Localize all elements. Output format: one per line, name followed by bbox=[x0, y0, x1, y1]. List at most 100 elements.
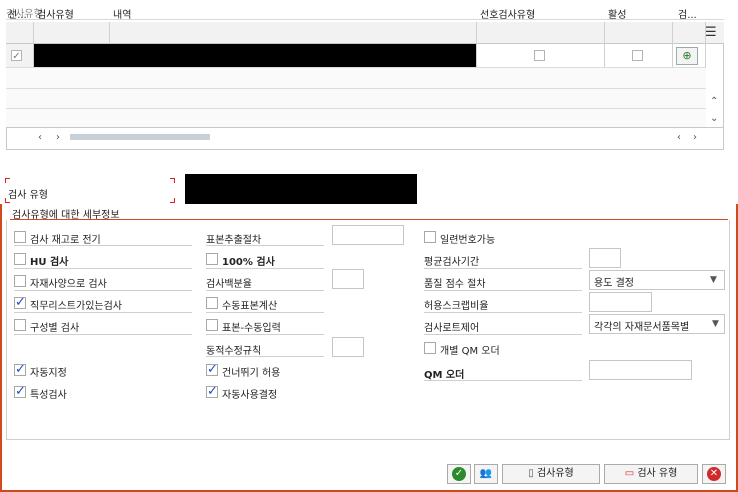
scroll-up-icon[interactable]: ⌃ bbox=[710, 96, 718, 107]
sampling-procedure-input[interactable] bbox=[332, 225, 404, 245]
delete-document-icon: ▭ bbox=[624, 468, 635, 479]
column-header-description[interactable]: 내역 bbox=[113, 6, 131, 21]
hu-inspection-checkbox[interactable] bbox=[14, 253, 26, 265]
inspection-percentage-input[interactable] bbox=[332, 269, 364, 289]
confirm-button[interactable]: ✓ bbox=[447, 464, 471, 484]
qm-order-input[interactable] bbox=[589, 360, 692, 380]
grid-empty-area bbox=[6, 67, 706, 127]
auto-usage-decision-checkbox[interactable] bbox=[206, 384, 218, 399]
field-underline bbox=[424, 312, 582, 313]
row-line bbox=[6, 88, 706, 89]
field-underline bbox=[14, 312, 192, 313]
focus-corner bbox=[170, 178, 175, 183]
row-line bbox=[6, 108, 706, 109]
scroll-right-icon[interactable]: › bbox=[56, 132, 60, 143]
task-list-inspection-checkbox[interactable] bbox=[14, 295, 26, 310]
manual-sample-calc-label: 수동표본계산 bbox=[222, 301, 278, 312]
inspect-100-percent-label: 100% 검사 bbox=[222, 257, 275, 268]
chevron-down-icon[interactable]: ▼ bbox=[712, 319, 719, 329]
skip-allowed-checkbox[interactable] bbox=[206, 362, 218, 377]
task-list-inspection-label: 직무리스트가있는검사 bbox=[30, 301, 122, 312]
field-underline bbox=[206, 356, 324, 357]
inspect-100-percent-checkbox[interactable] bbox=[206, 253, 218, 265]
inspection-type-delete-button[interactable]: ▭ 검사 유형 bbox=[604, 464, 698, 484]
dynamic-mod-rule-label: 동적수정규칙 bbox=[206, 346, 262, 357]
inspection-type-delete-button-label: 검사 유형 bbox=[637, 468, 678, 479]
scroll-left-icon[interactable]: ‹ bbox=[38, 132, 42, 143]
users-icon: 👥 bbox=[479, 468, 493, 479]
column-header-inspection-type[interactable]: 검사유형 bbox=[37, 6, 74, 21]
redacted-inspection-type-value bbox=[185, 174, 417, 204]
chevron-down-icon[interactable]: ▼ bbox=[710, 275, 717, 285]
serial-number-possible-label: 일련번호가능 bbox=[440, 235, 496, 246]
post-to-inspection-stock-label: 검사 재고로 전기 bbox=[30, 235, 101, 246]
column-header-select[interactable]: 선... bbox=[8, 6, 27, 21]
inspection-lot-control-label: 검사로트제어 bbox=[424, 323, 480, 334]
auto-assignment-label: 자동지정 bbox=[30, 368, 67, 379]
avg-inspection-duration-input[interactable] bbox=[589, 248, 621, 268]
field-underline bbox=[206, 312, 324, 313]
users-button[interactable]: 👥 bbox=[474, 464, 498, 484]
active-checkbox[interactable] bbox=[632, 50, 643, 61]
material-spec-inspection-checkbox[interactable] bbox=[14, 275, 26, 287]
field-underline bbox=[14, 290, 192, 291]
inspection-type-button[interactable]: ▯ 검사유형 bbox=[502, 464, 600, 484]
skip-allowed-label: 건너뛰기 허용 bbox=[222, 368, 281, 379]
row-select-checkbox[interactable]: ✓ bbox=[11, 50, 22, 62]
close-icon: ✕ bbox=[707, 467, 721, 481]
avg-inspection-duration-label: 평균검사기간 bbox=[424, 257, 480, 268]
sampling-procedure-label: 표본추출절차 bbox=[206, 235, 262, 246]
quality-score-procedure-label: 품질 점수 절차 bbox=[424, 279, 486, 290]
post-to-inspection-stock-checkbox[interactable] bbox=[14, 231, 26, 243]
characteristic-inspection-checkbox[interactable] bbox=[14, 384, 26, 399]
focus-corner bbox=[170, 198, 175, 203]
cancel-button[interactable]: ✕ bbox=[702, 464, 726, 484]
quality-score-procedure-select[interactable]: 용도 결정 bbox=[589, 270, 725, 290]
inspection-lot-control-select[interactable]: 각각의 자재문서품목별 bbox=[589, 314, 725, 334]
column-header-active[interactable]: 활성 bbox=[608, 6, 626, 21]
manual-sample-entry-checkbox[interactable] bbox=[206, 319, 218, 331]
allowed-scrap-ratio-input[interactable] bbox=[589, 292, 652, 312]
inspection-lot-control-value: 각각의 자재문서품목별 bbox=[594, 322, 690, 333]
field-underline bbox=[206, 268, 324, 269]
inspection-percentage-label: 검사백분율 bbox=[206, 279, 252, 290]
preferred-type-checkbox[interactable] bbox=[534, 50, 545, 61]
inspection-type-button-label: 검사유형 bbox=[536, 468, 574, 479]
document-icon: ▯ bbox=[528, 468, 534, 479]
dynamic-mod-rule-input[interactable] bbox=[332, 337, 364, 357]
field-underline bbox=[424, 380, 582, 381]
column-settings-icon[interactable]: ☰ bbox=[705, 25, 717, 40]
material-spec-inspection-label: 자재사양으로 검사 bbox=[30, 279, 107, 290]
field-underline bbox=[424, 268, 582, 269]
hu-inspection-label: HU 검사 bbox=[30, 257, 69, 268]
auto-usage-decision-label: 자동사용결정 bbox=[222, 390, 278, 401]
column-header-preferred-type[interactable]: 선호검사유형 bbox=[480, 6, 535, 21]
manual-sample-entry-label: 표본-수동입력 bbox=[222, 323, 281, 334]
individual-qm-order-checkbox[interactable] bbox=[424, 342, 436, 354]
column-header-inspect[interactable]: 검... bbox=[678, 6, 697, 21]
characteristic-inspection-label: 특성검사 bbox=[30, 390, 67, 401]
row-line bbox=[6, 127, 724, 128]
check-icon: ✓ bbox=[452, 467, 466, 481]
scroll-left-icon[interactable]: ‹ bbox=[677, 132, 681, 143]
field-underline bbox=[14, 245, 192, 246]
field-underline bbox=[206, 245, 324, 246]
redacted-row-content bbox=[34, 44, 476, 67]
row-line bbox=[6, 67, 706, 68]
individual-qm-order-label: 개별 QM 오더 bbox=[440, 346, 500, 357]
auto-assignment-checkbox[interactable] bbox=[14, 362, 26, 377]
configuration-inspection-checkbox[interactable] bbox=[14, 319, 26, 331]
quality-score-procedure-value: 용도 결정 bbox=[594, 278, 634, 289]
configuration-inspection-label: 구성별 검사 bbox=[30, 323, 80, 334]
serial-number-possible-checkbox[interactable] bbox=[424, 231, 436, 243]
field-underline bbox=[206, 290, 324, 291]
grid-header-row bbox=[6, 22, 724, 44]
manual-sample-calc-checkbox[interactable] bbox=[206, 297, 218, 309]
horizontal-scrollbar[interactable] bbox=[70, 134, 210, 140]
scroll-right-icon[interactable]: › bbox=[693, 132, 697, 143]
field-underline bbox=[424, 290, 582, 291]
scroll-down-icon[interactable]: ⌄ bbox=[710, 113, 718, 124]
field-underline bbox=[424, 334, 582, 335]
inspect-detail-icon[interactable]: ⊕ bbox=[676, 47, 698, 65]
field-underline bbox=[14, 334, 192, 335]
